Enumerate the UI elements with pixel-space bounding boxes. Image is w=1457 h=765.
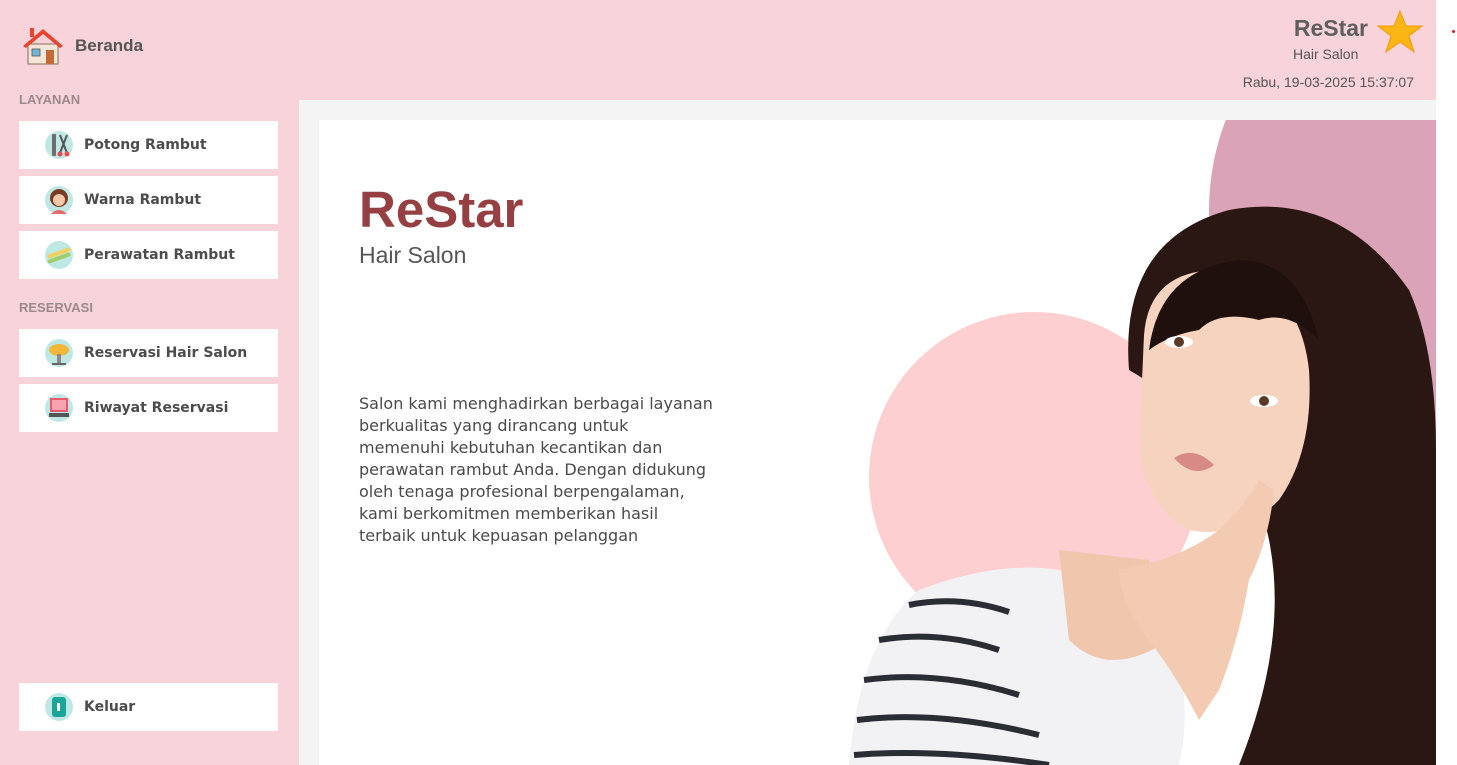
hair-dryer-icon bbox=[45, 339, 73, 367]
home-label: Beranda bbox=[75, 36, 144, 55]
woman-face-icon bbox=[45, 186, 73, 214]
star-icon bbox=[1377, 9, 1423, 54]
menu-reservasi-hair-salon-button[interactable]: Reservasi Hair Salon bbox=[19, 329, 278, 377]
datetime-display: Rabu, 19-03-2025 15:37:07 bbox=[1242, 74, 1414, 90]
menu-perawatan-rambut-button[interactable]: Perawatan Rambut bbox=[19, 231, 278, 279]
indicator-dot bbox=[1452, 30, 1455, 33]
exit-door-icon bbox=[45, 693, 73, 721]
menu-label: Perawatan Rambut bbox=[84, 247, 235, 263]
menu-warna-rambut-button[interactable]: Warna Rambut bbox=[19, 176, 278, 224]
hero-title: ReStar bbox=[359, 181, 524, 238]
main-content-area: ReStar Hair Salon Salon kami menghadirka… bbox=[299, 100, 1436, 765]
hero-woman-photo bbox=[849, 120, 1436, 765]
menu-label: Warna Rambut bbox=[84, 192, 202, 208]
logout-button[interactable]: Keluar bbox=[19, 683, 278, 731]
section-label-layanan: LAYANAN bbox=[19, 92, 81, 107]
brand-title: ReStar bbox=[1293, 15, 1368, 41]
house-icon bbox=[23, 28, 63, 65]
hero-subtitle: Hair Salon bbox=[359, 242, 467, 268]
hair-straightener-icon bbox=[45, 241, 73, 269]
salon-chair-icon bbox=[45, 394, 73, 422]
menu-riwayat-reservasi-button[interactable]: Riwayat Reservasi bbox=[19, 384, 278, 432]
menu-label: Riwayat Reservasi bbox=[84, 400, 229, 416]
app-window: Beranda ReStar Hair Salon Rabu, 19-03-20… bbox=[0, 0, 1436, 765]
logout-label: Keluar bbox=[84, 699, 136, 715]
menu-potong-rambut-button[interactable]: Potong Rambut bbox=[19, 121, 278, 169]
menu-label: Reservasi Hair Salon bbox=[84, 345, 248, 361]
hero-card: ReStar Hair Salon Salon kami menghadirka… bbox=[319, 120, 1436, 765]
hero-description: Salon kami menghadirkan berbagai layanan… bbox=[359, 394, 713, 545]
menu-label: Potong Rambut bbox=[84, 137, 207, 153]
section-label-reservasi: RESERVASI bbox=[19, 300, 93, 315]
brand-subtitle: Hair Salon bbox=[1293, 46, 1359, 62]
scissors-comb-icon bbox=[45, 131, 73, 159]
home-link[interactable]: Beranda bbox=[22, 26, 143, 66]
